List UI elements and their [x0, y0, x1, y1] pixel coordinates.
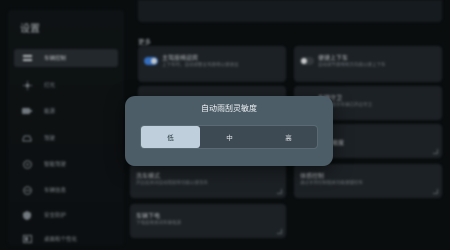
- wiper-sensitivity-dialog: 自动雨刮灵敏度 低 中 高: [125, 96, 333, 166]
- option-high[interactable]: 高: [259, 126, 318, 148]
- sensitivity-segmented-control: 低 中 高: [140, 125, 318, 149]
- option-low[interactable]: 低: [141, 126, 200, 148]
- option-medium[interactable]: 中: [200, 126, 259, 148]
- dialog-title: 自动雨刮灵敏度: [201, 104, 257, 113]
